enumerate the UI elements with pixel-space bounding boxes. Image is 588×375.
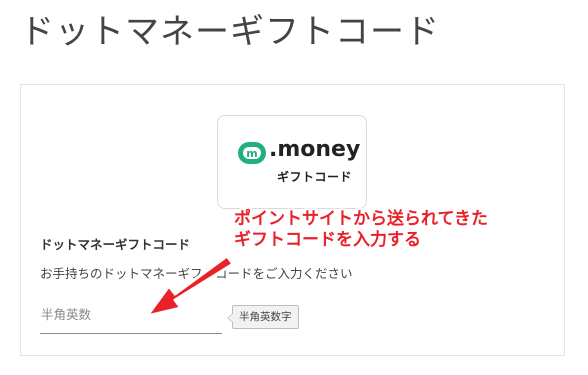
red-arrow-icon	[145, 254, 235, 318]
annotation-line-1: ポイントサイトから送られてきた	[234, 209, 488, 229]
page-title: ドットマネーギフトコード	[20, 12, 440, 52]
money-logo-mark-icon: m	[238, 142, 266, 164]
annotation-line-2: ギフトコードを入力する	[234, 230, 421, 250]
money-logo-subtitle: ギフトコード	[277, 170, 353, 184]
input-hint-tooltip: 半角英数字	[227, 305, 299, 329]
instruction-annotation: ポイントサイトから送られてきた ギフトコードを入力する	[234, 209, 488, 251]
money-logo-wordmark: .money	[269, 137, 361, 162]
svg-text:m: m	[246, 147, 257, 160]
money-logo: m .money ギフトコード	[217, 115, 367, 209]
